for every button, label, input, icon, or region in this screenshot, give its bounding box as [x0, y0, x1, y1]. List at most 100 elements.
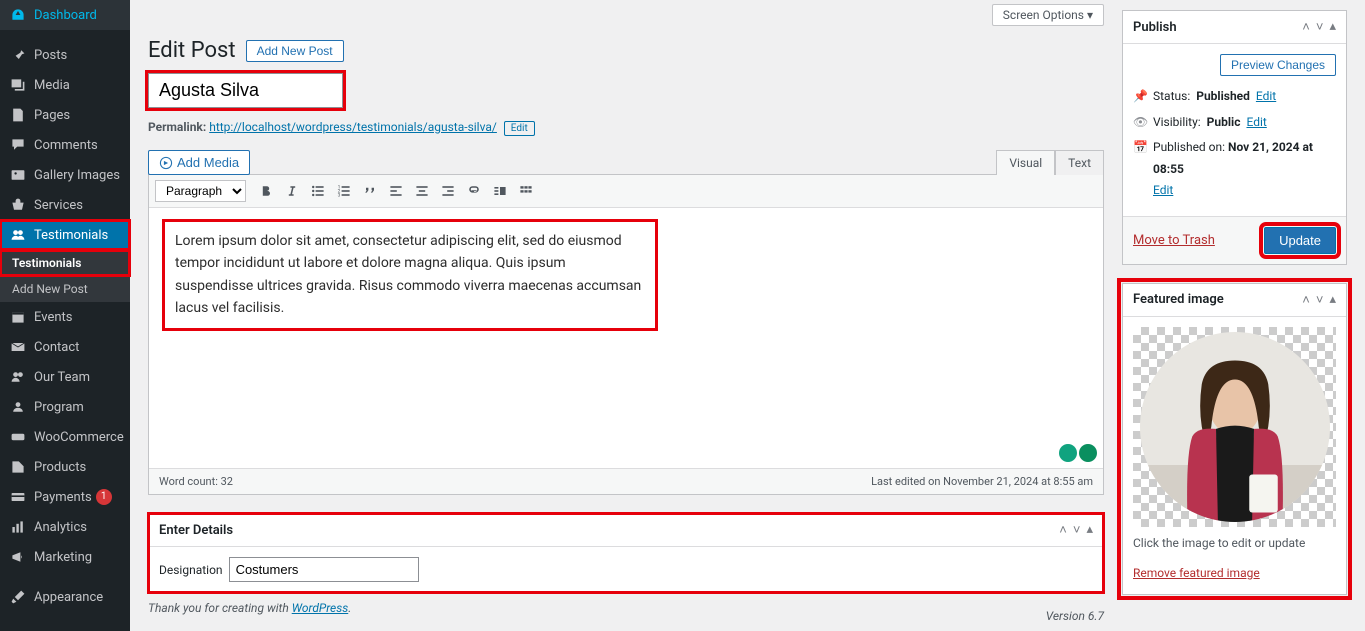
format-select[interactable]: Paragraph: [155, 180, 246, 202]
update-button[interactable]: Update: [1264, 227, 1336, 254]
chevron-down-icon[interactable]: ˅: [1316, 19, 1324, 35]
last-edited: Last edited on November 21, 2024 at 8:55…: [871, 475, 1093, 488]
sidebar-item-gallery[interactable]: Gallery Images: [0, 160, 130, 190]
sidebar-item-pages[interactable]: Pages: [0, 100, 130, 130]
editor-body[interactable]: Lorem ipsum dolor sit amet, consectetur …: [149, 208, 1103, 468]
align-right-icon[interactable]: [436, 179, 460, 203]
footer-credit: Thank you for creating with WordPress.Ve…: [148, 593, 1104, 619]
permalink-link[interactable]: http://localhost/wordpress/testimonials/…: [209, 120, 497, 134]
permalink-label: Permalink:: [148, 120, 206, 134]
sidebar-item-label: Payments: [34, 490, 92, 505]
sidebar-item-events[interactable]: Events: [0, 302, 130, 332]
calendar-icon: 📅: [1133, 137, 1147, 159]
dashboard-icon: [10, 7, 26, 23]
add-new-post-button[interactable]: Add New Post: [246, 40, 344, 62]
enter-details-metabox: Enter Details ˄ ˅ ▴ Designation: [148, 513, 1104, 593]
edit-date-link[interactable]: Edit: [1153, 183, 1173, 197]
pin-icon: [10, 47, 26, 63]
mail-icon: [10, 339, 26, 355]
align-center-icon[interactable]: [410, 179, 434, 203]
designation-label: Designation: [159, 563, 223, 577]
grammarly-icon-2[interactable]: [1079, 444, 1097, 462]
editor-plugins: [1059, 444, 1097, 462]
sidebar-item-posts[interactable]: Posts: [0, 40, 130, 70]
sidebar-item-program[interactable]: Program: [0, 392, 130, 422]
sidebar-item-label: Analytics: [34, 520, 87, 535]
panel-title: Publish: [1133, 20, 1177, 35]
quote-icon[interactable]: [358, 179, 382, 203]
wordpress-link[interactable]: WordPress: [292, 601, 349, 615]
team-icon: [10, 369, 26, 385]
more-icon[interactable]: [488, 179, 512, 203]
sidebar-item-comments[interactable]: Comments: [0, 130, 130, 160]
text-tab[interactable]: Text: [1055, 150, 1104, 175]
visual-tab[interactable]: Visual: [996, 150, 1055, 175]
comment-icon: [10, 137, 26, 153]
sidebar-item-appearance[interactable]: Appearance: [0, 582, 130, 612]
sidebar-item-testimonials[interactable]: Testimonials: [0, 220, 130, 250]
sidebar-item-payments[interactable]: Payments 1: [0, 482, 130, 512]
sidebar-item-media[interactable]: Media: [0, 70, 130, 100]
edit-slug-button[interactable]: Edit: [504, 121, 535, 136]
sidebar-item-marketing[interactable]: Marketing: [0, 542, 130, 572]
chevron-down-icon[interactable]: ˅: [1073, 522, 1081, 538]
sidebar-item-label: Marketing: [34, 550, 92, 565]
number-list-icon[interactable]: 123: [332, 179, 356, 203]
post-content[interactable]: Lorem ipsum dolor sit amet, consectetur …: [165, 222, 655, 328]
edit-visibility-link[interactable]: Edit: [1246, 112, 1266, 134]
toggle-icon[interactable]: ▴: [1086, 522, 1093, 538]
sidebar-item-label: Gallery Images: [34, 168, 120, 183]
sidebar-item-label: Products: [34, 460, 86, 475]
featured-image-panel: Featured image ˄ ˅ ▴: [1122, 283, 1347, 595]
sidebar-item-analytics[interactable]: Analytics: [0, 512, 130, 542]
payments-badge: 1: [96, 489, 112, 505]
sidebar-item-services[interactable]: Services: [0, 190, 130, 220]
toggle-icon[interactable]: ▴: [1329, 19, 1336, 35]
add-media-button[interactable]: Add Media: [148, 150, 250, 175]
bullet-list-icon[interactable]: [306, 179, 330, 203]
chevron-up-icon[interactable]: ˄: [1302, 292, 1310, 308]
submenu-testimonials[interactable]: Testimonials: [0, 250, 130, 276]
eye-icon: 👁: [1133, 112, 1147, 134]
editor: Paragraph 123 Lorem ipsum dolor sit amet…: [148, 174, 1104, 495]
sidebar-item-label: Posts: [34, 48, 67, 63]
submenu-label: Add New Post: [12, 282, 88, 296]
align-left-icon[interactable]: [384, 179, 408, 203]
toggle-icon[interactable]: ▴: [1329, 292, 1336, 308]
permalink-row: Permalink: http://localhost/wordpress/te…: [148, 116, 1104, 150]
sidebar-item-label: Testimonials: [34, 228, 108, 243]
sidebar-item-our-team[interactable]: Our Team: [0, 362, 130, 392]
program-icon: [10, 399, 26, 415]
version-label: Version 6.7: [1046, 601, 1104, 631]
sidebar-item-dashboard[interactable]: Dashboard: [0, 0, 130, 30]
services-icon: [10, 197, 26, 213]
featured-image[interactable]: [1133, 327, 1336, 527]
metabox-title: Enter Details: [159, 523, 233, 538]
italic-icon[interactable]: [280, 179, 304, 203]
move-to-trash-link[interactable]: Move to Trash: [1133, 233, 1215, 248]
edit-status-link[interactable]: Edit: [1256, 86, 1276, 108]
chevron-up-icon[interactable]: ˄: [1302, 19, 1310, 35]
submenu-add-new[interactable]: Add New Post: [0, 276, 130, 302]
preview-changes-button[interactable]: Preview Changes: [1220, 54, 1336, 76]
sidebar-item-label: Events: [34, 310, 72, 325]
screen-options-toggle[interactable]: Screen Options ▾: [992, 4, 1104, 26]
grammarly-icon[interactable]: [1059, 444, 1077, 462]
word-count: Word count: 32: [159, 475, 233, 488]
sidebar-item-label: Media: [34, 78, 70, 93]
svg-text:3: 3: [338, 193, 341, 199]
bold-icon[interactable]: [254, 179, 278, 203]
toolbar-toggle-icon[interactable]: [514, 179, 538, 203]
chevron-up-icon[interactable]: ˄: [1059, 522, 1067, 538]
designation-input[interactable]: [229, 557, 419, 582]
publish-panel: Publish ˄ ˅ ▴ Preview Changes 📌Status: P…: [1122, 10, 1347, 265]
remove-featured-link[interactable]: Remove featured image: [1133, 566, 1260, 580]
payments-icon: [10, 489, 26, 505]
sidebar-item-products[interactable]: Products: [0, 452, 130, 482]
sidebar-item-contact[interactable]: Contact: [0, 332, 130, 362]
post-title-input[interactable]: [148, 73, 343, 108]
link-icon[interactable]: [462, 179, 486, 203]
sidebar-item-woocommerce[interactable]: WooCommerce: [0, 422, 130, 452]
chevron-down-icon[interactable]: ˅: [1316, 292, 1324, 308]
woo-icon: [10, 429, 26, 445]
